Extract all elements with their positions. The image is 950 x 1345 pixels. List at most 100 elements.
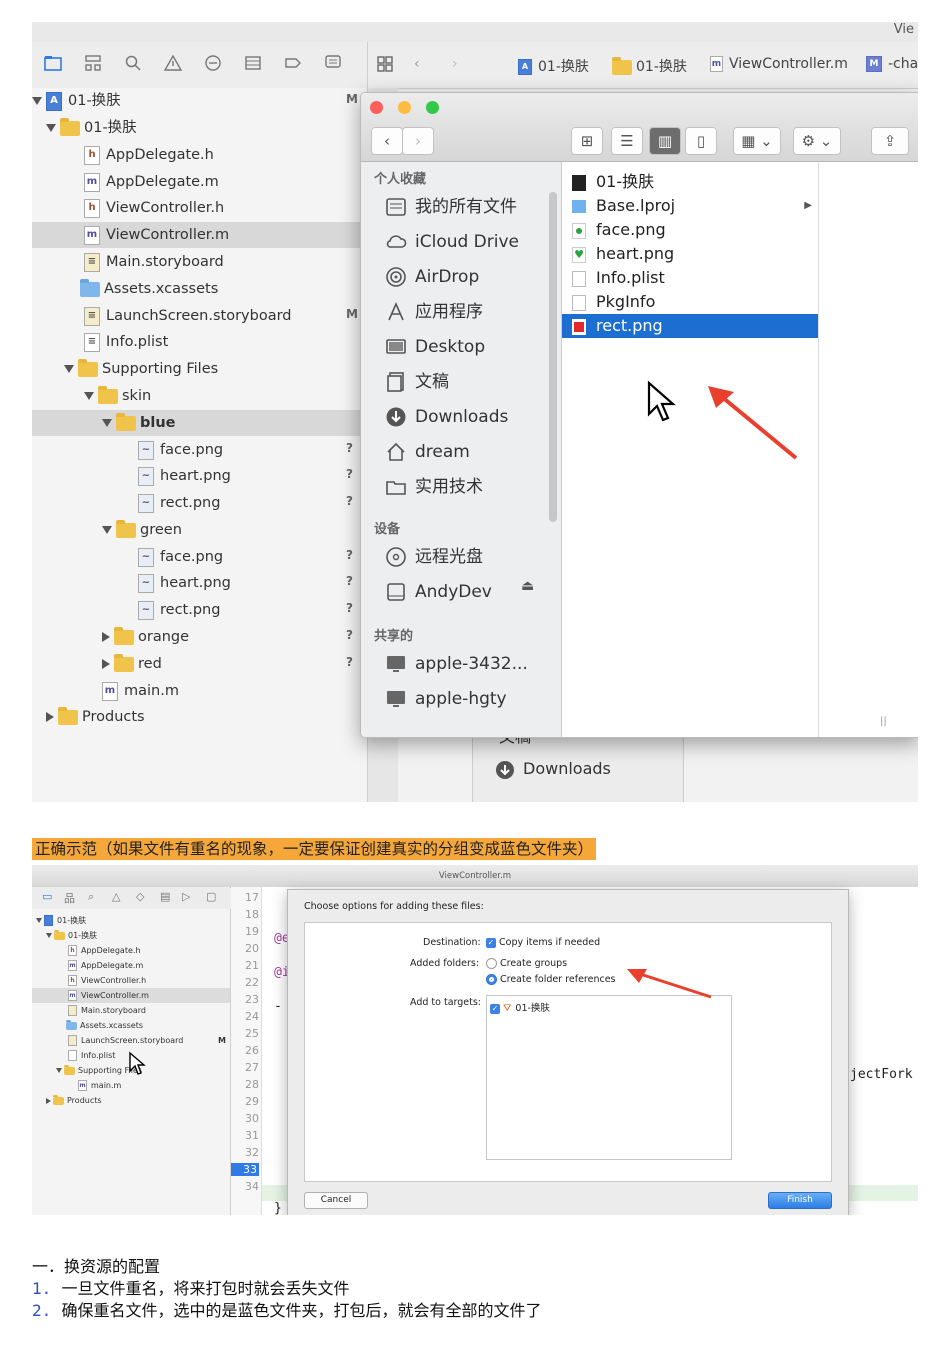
list-item[interactable]: 01-换肤 [46,115,137,141]
list-item[interactable]: h AppDelegate.h [68,943,141,958]
disclosure-icon[interactable] [64,365,74,373]
list-item[interactable]: ~ rect.png [138,597,220,623]
breadcrumb-file[interactable]: m ViewController.m [710,56,848,72]
sidebar-item-icloud[interactable]: iCloud Drive [385,227,519,257]
forward-button[interactable]: › [402,127,434,155]
minimize-button[interactable] [398,101,411,114]
file-item[interactable]: 01-换肤 [562,170,818,194]
breadcrumb-group[interactable]: 01-换肤 [612,56,687,76]
breadcrumb-project[interactable]: A 01-换肤 [518,56,589,76]
target-item[interactable]: ✓ ⛛ 01-换肤 [490,1000,550,1014]
disclosure-icon[interactable] [102,632,110,642]
cancel-button[interactable]: Cancel [304,1192,368,1209]
list-item[interactable]: h ViewController.h [68,973,146,988]
file-item-selected[interactable]: rect.png [562,314,818,338]
sidebar-item-remote-disc[interactable]: 远程光盘 [385,542,483,572]
hierarchy-icon[interactable] [84,54,102,72]
test-diamond-icon[interactable] [204,54,222,72]
list-item[interactable]: ~ heart.png [138,463,231,489]
share-button[interactable]: ⇪ [871,127,909,155]
action-button[interactable]: ⚙ ⌄ [793,127,841,155]
report-icon[interactable] [324,54,342,72]
sidebar-item-downloads[interactable]: Downloads [385,402,508,432]
list-item[interactable]: Main.storyboard [68,1003,146,1018]
list-item[interactable]: ≡ Info.plist [84,329,168,355]
list-item[interactable]: Info.plist [68,1048,115,1063]
debug-icon[interactable]: ▤ [160,890,170,903]
list-item[interactable]: red [102,651,162,677]
sidebar-item-home[interactable]: dream [385,437,470,467]
disclosure-icon[interactable] [102,419,112,427]
grid-icon[interactable] [376,55,394,73]
list-item[interactable]: Products [46,1093,102,1108]
list-item[interactable]: ≡ LaunchScreen.storyboard [84,303,292,329]
disclosure-icon[interactable] [46,124,56,132]
breakpoint-icon[interactable] [284,54,302,72]
disclosure-icon[interactable] [46,1097,51,1104]
sidebar-item-shared[interactable]: apple-hgty [385,684,507,714]
report-icon[interactable]: ▢ [206,890,216,903]
disclosure-icon[interactable] [32,97,42,105]
list-item[interactable]: Products [46,704,145,730]
forward-chevron-icon[interactable]: › [452,56,458,72]
back-button[interactable]: ‹ [371,127,403,155]
column-view-button[interactable]: ▥ [649,127,681,155]
create-folder-references-radio[interactable]: Create folder references [486,974,616,985]
list-item[interactable]: orange [102,624,189,650]
list-item-selected[interactable]: m ViewController.m [32,988,230,1003]
back-chevron-icon[interactable]: ‹ [414,56,420,72]
folder-icon[interactable] [44,54,62,72]
list-view-button[interactable]: ☰ [611,127,643,155]
sidebar-item-shared[interactable]: apple-3432... [385,649,528,679]
list-item[interactable]: ~ heart.png [138,570,231,596]
folder-icon[interactable]: ▭ [42,890,52,903]
sidebar-item-desktop[interactable]: Desktop [385,332,485,362]
disclosure-icon[interactable] [84,392,94,400]
list-item[interactable]: m AppDelegate.m [84,169,219,195]
list-item[interactable]: h ViewController.h [84,195,224,221]
file-item[interactable]: face.png [562,218,818,242]
list-item[interactable]: skin [84,383,151,409]
list-item-selected[interactable]: blue [32,410,367,436]
file-item[interactable]: ♥ heart.png [562,242,818,266]
column-resize-handle[interactable]: || [880,716,887,727]
coverflow-view-button[interactable]: ▯ [685,127,717,155]
list-item[interactable]: ~ face.png [138,544,223,570]
disclosure-icon[interactable] [102,526,112,534]
list-item[interactable]: ≡ Main.storyboard [84,249,224,275]
sidebar-item-applications[interactable]: 应用程序 [385,297,483,327]
file-item[interactable]: Base.lproj ▶ [562,194,818,218]
create-groups-radio[interactable]: Create groups [486,958,567,969]
list-item-selected[interactable]: m ViewController.m [32,222,367,248]
zoom-button[interactable] [426,101,439,114]
list-item[interactable]: m main.m [78,1078,121,1093]
sidebar-item-documents[interactable]: 文稿 [385,367,449,397]
list-item[interactable]: h AppDelegate.h [84,142,214,168]
list-item[interactable]: 01-换肤 [46,928,97,943]
file-item[interactable]: PkgInfo [562,290,818,314]
list-item[interactable]: green [102,517,182,543]
disclosure-icon[interactable] [102,659,110,669]
icon-view-button[interactable]: ⊞ [571,127,603,155]
test-diamond-icon[interactable]: ◇ [136,890,144,903]
copy-items-checkbox[interactable]: ✓ Copy items if needed [486,937,600,948]
disclosure-icon[interactable] [46,933,52,938]
list-item[interactable]: Assets.xcassets [66,1018,143,1033]
hierarchy-icon[interactable]: 品 [64,890,75,906]
list-item[interactable]: Assets.xcassets [80,276,218,302]
warning-icon[interactable]: △ [112,890,120,903]
warning-icon[interactable] [164,54,182,72]
sidebar-item-folder[interactable]: 实用技术 [385,472,483,502]
search-icon[interactable] [124,54,142,72]
list-item[interactable]: A 01-换肤 [32,88,367,114]
sidebar-scrollbar[interactable] [549,192,557,522]
file-item[interactable]: Info.plist [562,266,818,290]
list-item[interactable]: Supporting Files [64,356,218,382]
breakpoint-icon[interactable]: ▷ [182,890,190,903]
breadcrumb-method[interactable]: M-change [866,56,918,72]
disclosure-icon[interactable] [56,1068,62,1073]
list-item[interactable]: LaunchScreen.storyboard [68,1033,183,1048]
disclosure-icon[interactable] [36,918,42,923]
sidebar-item-device[interactable]: AndyDev [385,577,492,607]
search-icon[interactable]: ⌕ [88,890,94,904]
